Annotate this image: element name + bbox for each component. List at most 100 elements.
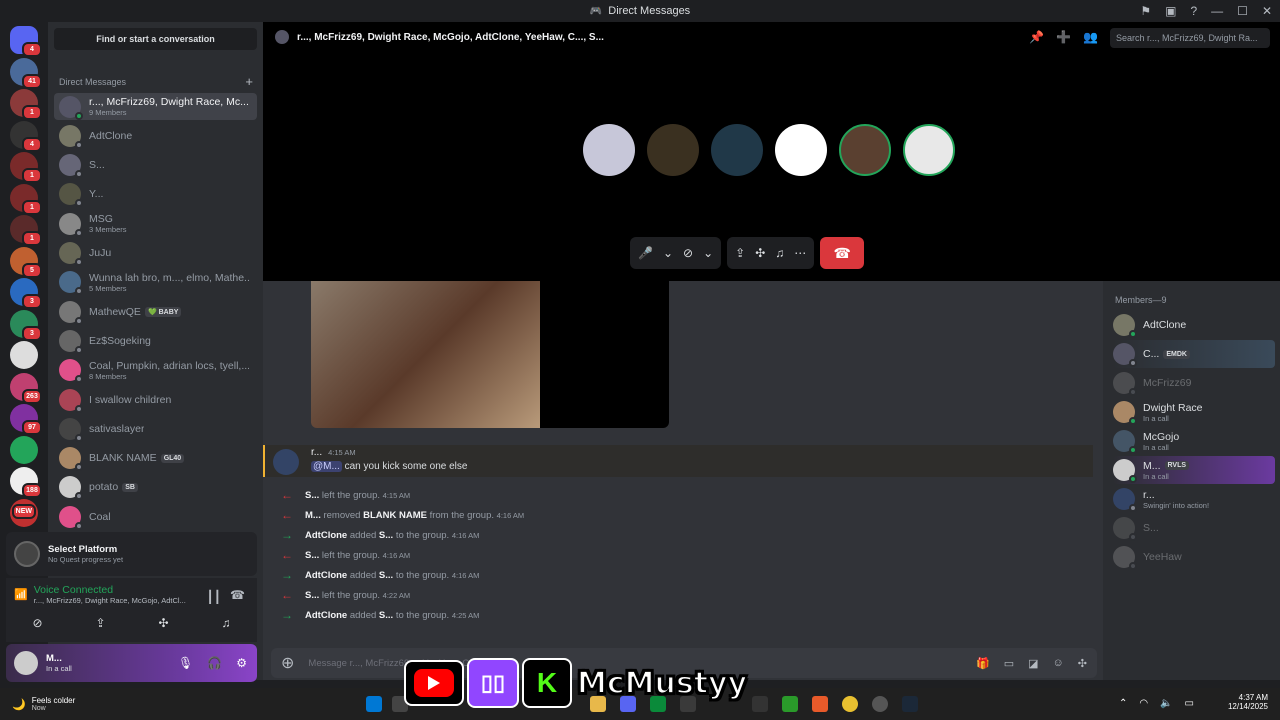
server-icon[interactable]: 97 (10, 404, 42, 435)
quest-panel[interactable]: Select Platform No Quest progress yet (6, 532, 257, 576)
minimize-button[interactable]: — (1211, 4, 1223, 18)
member-item[interactable]: AdtClone (1113, 311, 1275, 339)
event-target[interactable]: S... (379, 570, 393, 581)
add-friend-icon[interactable]: ➕ (1056, 30, 1071, 44)
battery-icon[interactable]: ▭ (1185, 698, 1194, 709)
help-icon[interactable]: ? (1190, 4, 1197, 18)
dm-item[interactable]: sativaslayer (54, 415, 257, 442)
server-icon[interactable]: 263 (10, 372, 42, 404)
gif-icon[interactable]: ▭ (1004, 657, 1014, 670)
dm-item[interactable]: Coal, Pumpkin, adrian locs, tyell,... 8 M… (54, 357, 257, 384)
camera-off-icon[interactable]: ⊘ (683, 246, 693, 260)
dm-item[interactable]: Wunna lah bro, m..., elmo, Mathe... 5 Mem… (54, 269, 257, 296)
find-conversation-button[interactable]: Find or start a conversation (54, 28, 257, 50)
search-input[interactable]: Search r..., McFrizz69, Dwight Ra... (1110, 28, 1270, 48)
event-target[interactable]: BLANK NAME (363, 510, 427, 521)
dm-item[interactable]: I swallow children (54, 386, 257, 413)
soundboard-icon[interactable]: ♫ (222, 616, 231, 630)
member-item[interactable]: M... RVLS In a call (1113, 456, 1275, 484)
server-icon[interactable]: 188 (10, 467, 42, 498)
server-icon[interactable]: 3 (10, 278, 42, 309)
dm-item[interactable]: Ez$Sogeking (54, 327, 257, 354)
screen-share-icon[interactable]: ⇪ (735, 246, 745, 260)
participant-avatar[interactable] (711, 124, 763, 176)
create-dm-icon[interactable]: + (245, 74, 253, 89)
server-icon[interactable]: 5 (10, 246, 42, 278)
end-call-button[interactable]: ☎ (820, 237, 865, 269)
mic-icon[interactable]: 🎤 (638, 246, 653, 260)
maximize-button[interactable]: ☐ (1237, 4, 1248, 18)
member-item[interactable]: C... EMDK (1113, 340, 1275, 368)
start-icon[interactable] (366, 696, 382, 712)
member-item[interactable]: McGojo In a call (1113, 427, 1275, 455)
weather-icon[interactable]: 🌙 (12, 698, 26, 711)
event-target[interactable]: S... (379, 610, 393, 621)
participant-avatar[interactable] (775, 124, 827, 176)
sticker-icon[interactable]: ◪ (1028, 657, 1038, 670)
dm-item[interactable]: JuJu (54, 240, 257, 267)
dm-item[interactable]: r..., McFrizz69, Dwight Race, Mc... 9 Mem… (54, 93, 257, 120)
disconnect-icon[interactable]: ☎ (230, 588, 245, 602)
clock-date[interactable]: 12/14/2025 (1228, 702, 1268, 711)
event-actor[interactable]: S... (305, 590, 319, 601)
emoji-icon[interactable]: ☺ (1053, 657, 1064, 670)
avatar[interactable] (14, 651, 38, 675)
xbox-app-icon[interactable] (782, 696, 798, 712)
steam-icon[interactable] (902, 696, 918, 712)
more-icon[interactable]: ⋯ (794, 246, 806, 260)
chrome-icon[interactable] (842, 696, 858, 712)
dm-item[interactable]: MSG 3 Members (54, 210, 257, 237)
participant-avatar[interactable] (583, 124, 635, 176)
wifi-icon[interactable]: ◠ (1139, 698, 1148, 709)
server-icon[interactable]: 4 (10, 120, 42, 152)
event-actor[interactable]: AdtClone (305, 570, 347, 581)
member-item[interactable]: r... Swingin' into action! (1113, 485, 1275, 513)
participant-avatar[interactable] (647, 124, 699, 176)
member-item[interactable]: Dwight Race In a call (1113, 398, 1275, 426)
clock-time[interactable]: 4:37 AM (1228, 693, 1268, 702)
server-icon[interactable]: 1 (10, 215, 42, 246)
member-item[interactable]: S... (1113, 514, 1275, 542)
noise-suppression-icon[interactable]: ┃┃ (207, 590, 221, 604)
avatar[interactable] (273, 449, 299, 475)
server-icon[interactable]: 41 (10, 57, 42, 89)
soundboard-icon[interactable]: ♫ (775, 246, 784, 260)
dm-item[interactable]: Y... (54, 181, 257, 208)
server-icon[interactable]: NEW (10, 498, 38, 527)
dm-item[interactable]: S... (54, 152, 257, 179)
chevron-down-icon[interactable]: ⌄ (663, 246, 673, 260)
image-attachment[interactable] (311, 281, 669, 428)
members-icon[interactable]: 👥 (1083, 30, 1098, 44)
pin-icon[interactable]: 📌 (1029, 30, 1044, 44)
settings-icon[interactable]: ⚙ (236, 656, 247, 670)
office-icon[interactable] (812, 696, 828, 712)
server-icon[interactable]: 1 (10, 152, 42, 183)
activities-icon[interactable]: ✣ (159, 616, 169, 630)
gift-icon[interactable]: 🎁 (976, 657, 990, 670)
dm-item[interactable]: AdtClone (54, 122, 257, 149)
apps-icon[interactable]: ✣ (1078, 657, 1087, 670)
obs-icon[interactable] (872, 696, 888, 712)
camera-off-icon[interactable]: ⊘ (32, 616, 42, 630)
member-item[interactable]: McFrizz69 (1113, 369, 1275, 397)
event-target[interactable]: S... (379, 530, 393, 541)
event-actor[interactable]: AdtClone (305, 610, 347, 621)
participant-avatar[interactable] (839, 124, 891, 176)
chevron-up-icon[interactable]: ⌃ (1119, 698, 1127, 709)
volume-icon[interactable]: 🔈 (1160, 698, 1172, 709)
server-icon[interactable] (10, 435, 38, 464)
message-author[interactable]: r... (311, 447, 322, 458)
store-icon[interactable] (752, 696, 768, 712)
add-attachment-icon[interactable]: ⊕ (281, 653, 294, 673)
dm-item[interactable]: potato SB (54, 474, 257, 501)
event-actor[interactable]: S... (305, 490, 319, 501)
mention[interactable]: @M... (311, 461, 342, 472)
screen-icon[interactable]: ▣ (1165, 4, 1176, 18)
dm-item[interactable]: BLANK NAME GL40 (54, 445, 257, 472)
dm-item[interactable]: MathewQE 💚 BABY (54, 298, 257, 325)
server-icon[interactable] (10, 341, 38, 369)
inbox-icon[interactable]: ⚑ (1140, 4, 1151, 18)
participant-avatar[interactable] (903, 124, 955, 176)
event-actor[interactable]: AdtClone (305, 530, 347, 541)
server-icon[interactable]: 3 (10, 309, 42, 341)
